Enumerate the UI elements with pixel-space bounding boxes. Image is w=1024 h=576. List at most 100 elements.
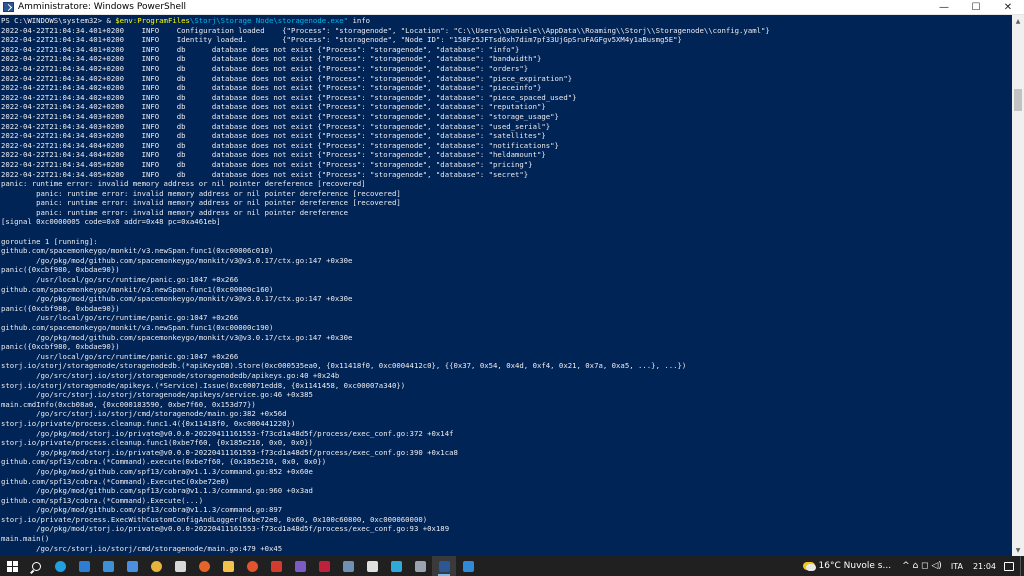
app-doc-icon [174, 560, 186, 572]
console-line: /go/pkg/mod/github.com/spacemonkeygo/mon… [1, 294, 353, 304]
console-line: github.com/spf13/cobra.(*Command).Execut… [1, 476, 230, 486]
taskbar-app-app-mail[interactable] [96, 556, 120, 576]
notification-icon[interactable] [1004, 561, 1014, 571]
powershell-icon [3, 2, 14, 12]
app-grey-icon [414, 560, 426, 572]
console-line: /go/src/storj.io/storj/storagenode/apike… [1, 390, 313, 400]
app-tool-icon [342, 560, 354, 572]
console-line: 2022-04-22T21:04:34.405+0200 INFO db dat… [1, 159, 533, 169]
console-line: 2022-04-22T21:04:34.402+0200 INFO db dat… [1, 54, 542, 64]
show-desktop-button[interactable] [1020, 556, 1024, 576]
console-line: 2022-04-22T21:04:34.403+0200 INFO db dat… [1, 131, 546, 141]
prompt-path: PS C:\WINDOWS\system32> [1, 16, 107, 25]
console-line: /go/src/storj.io/storj/cmd/storagenode/m… [1, 543, 283, 553]
console-line: 2022-04-22T21:04:34.404+0200 INFO db dat… [1, 150, 546, 160]
console-line: 2022-04-22T21:04:34.403+0200 INFO db dat… [1, 111, 559, 121]
taskbar-app-settings[interactable] [360, 556, 384, 576]
console-line: 2022-04-22T21:04:34.402+0200 INFO db dat… [1, 102, 546, 112]
console-line: github.com/spacemonkeygo/monkit/v3.newSp… [1, 284, 274, 294]
console-line: github.com/spacemonkeygo/monkit/v3.newSp… [1, 246, 274, 256]
console-line: /go/pkg/mod/github.com/spacemonkeygo/mon… [1, 255, 353, 265]
taskbar-app-app-red[interactable] [264, 556, 288, 576]
console-line: panic({0xcbf980, 0xbdae90}) [1, 342, 120, 352]
console-line: /go/pkg/mod/github.com/spf13/cobra@v1.1.… [1, 505, 283, 515]
scrollbar-thumb[interactable] [1014, 89, 1022, 111]
app-mail-icon [102, 560, 114, 572]
console-line: /go/src/storj.io/storj/storagenode/stora… [1, 370, 340, 380]
settings-icon [366, 560, 378, 572]
chrome-icon [150, 560, 162, 572]
language-indicator[interactable]: ITA [951, 562, 963, 571]
edge-icon [54, 560, 66, 572]
taskbar-app-app-blue[interactable] [72, 556, 96, 576]
console-line: 2022-04-22T21:04:34.405+0200 INFO db dat… [1, 169, 529, 179]
windows-logo-icon [6, 560, 18, 572]
taskbar-app-vscode[interactable] [456, 556, 480, 576]
taskbar-app-powershell[interactable] [432, 556, 456, 576]
window-controls: — ☐ ✕ [928, 0, 1024, 15]
taskbar-app-app-cyan[interactable] [384, 556, 408, 576]
firefox-icon [198, 560, 210, 572]
scroll-up-icon[interactable]: ▲ [1012, 15, 1024, 27]
app-store-icon [126, 560, 138, 572]
scroll-down-icon[interactable]: ▼ [1012, 544, 1024, 556]
taskbar-app-app-tool[interactable] [336, 556, 360, 576]
console-line: panic: runtime error: invalid memory add… [1, 198, 401, 208]
weather-text: 16°C Nuvole s... [818, 561, 892, 571]
taskbar-app-firefox[interactable] [192, 556, 216, 576]
console-scrollbar[interactable]: ▲ ▼ [1012, 15, 1024, 556]
start-button[interactable] [0, 556, 24, 576]
console-line: 2022-04-22T21:04:34.401+0200 INFO Identi… [1, 35, 682, 45]
prompt-env-var: $env:ProgramFiles [115, 16, 190, 25]
console-line: storj.io/storj/storagenode/storagenodedb… [1, 361, 687, 371]
prompt-argument: info [348, 16, 371, 25]
console-line: /usr/local/go/src/runtime/panic.go:1047 … [1, 313, 239, 323]
console-line: /go/pkg/mod/github.com/spf13/cobra@v1.1.… [1, 466, 313, 476]
clock[interactable]: 21:04 [973, 562, 996, 571]
window-titlebar[interactable]: Amministratore: Windows PowerShell — ☐ ✕ [0, 0, 1024, 15]
console-line: 2022-04-22T21:04:34.403+0200 INFO db dat… [1, 121, 551, 131]
app-purple-icon [294, 560, 306, 572]
taskbar-app-app-crimson[interactable] [312, 556, 336, 576]
console-line: storj.io/storj/storagenode/apikeys.(*Ser… [1, 380, 406, 390]
console-output[interactable]: PS C:\WINDOWS\system32> & $env:ProgramFi… [0, 15, 1012, 556]
close-button[interactable]: ✕ [992, 0, 1024, 15]
console-line: storj.io/private/process.ExecWithCustomC… [1, 514, 428, 524]
console-line: /go/pkg/mod/storj.io/private@v0.0.0-2022… [1, 447, 458, 457]
powershell-icon [438, 560, 450, 572]
search-button[interactable] [24, 556, 48, 576]
console-line: 2022-04-22T21:04:34.402+0200 INFO db dat… [1, 83, 542, 93]
console-line: 2022-04-22T21:04:34.402+0200 INFO db dat… [1, 63, 529, 73]
taskbar-app-app-doc[interactable] [168, 556, 192, 576]
taskbar-app-app-purple[interactable] [288, 556, 312, 576]
app-blue-icon [78, 560, 90, 572]
taskbar-app-chrome[interactable] [144, 556, 168, 576]
console-log-lines: 2022-04-22T21:04:34.401+0200 INFO Config… [1, 26, 1012, 554]
weather-cloud-icon [802, 562, 816, 571]
console-line: goroutine 1 [running]: [1, 236, 98, 246]
console-line: 2022-04-22T21:04:34.401+0200 INFO Config… [1, 25, 770, 35]
taskbar-app-edge[interactable] [48, 556, 72, 576]
taskbar-app-app-store[interactable] [120, 556, 144, 576]
prompt-call-operator: & [106, 16, 116, 25]
console-line: panic: runtime error: invalid memory add… [1, 188, 401, 198]
console-line: [signal 0xc0000005 code=0x0 addr=0x48 pc… [1, 217, 221, 227]
taskbar-app-app-grey[interactable] [408, 556, 432, 576]
minimize-button[interactable]: — [928, 0, 960, 15]
weather-widget[interactable]: 16°C Nuvole s... [802, 561, 892, 571]
console-line: github.com/spacemonkeygo/monkit/v3.newSp… [1, 323, 274, 332]
taskbar: 16°C Nuvole s... ^ ⌂ ◻ ◁) ITA 21:04 [0, 556, 1024, 576]
vscode-icon [462, 560, 474, 572]
console-line: github.com/spf13/cobra.(*Command).Execut… [1, 495, 204, 505]
prompt-exe-path: \Storj\Storage Node\storagenode.exe" [189, 16, 349, 25]
console-line: /go/src/storj.io/storj/cmd/storagenode/m… [1, 409, 287, 419]
taskbar-app-explorer[interactable] [216, 556, 240, 576]
maximize-button[interactable]: ☐ [960, 0, 992, 15]
command-prompt-line: PS C:\WINDOWS\system32> & $env:ProgramFi… [1, 16, 1012, 26]
app-cyan-icon [390, 560, 402, 572]
console-line: main.main() [1, 534, 50, 544]
tray-icons[interactable]: ^ ⌂ ◻ ◁) [902, 561, 942, 571]
taskbar-app-brave[interactable] [240, 556, 264, 576]
console-line: main.cmdInfo(0xcb08a0, {0xc000183590, 0x… [1, 399, 256, 409]
